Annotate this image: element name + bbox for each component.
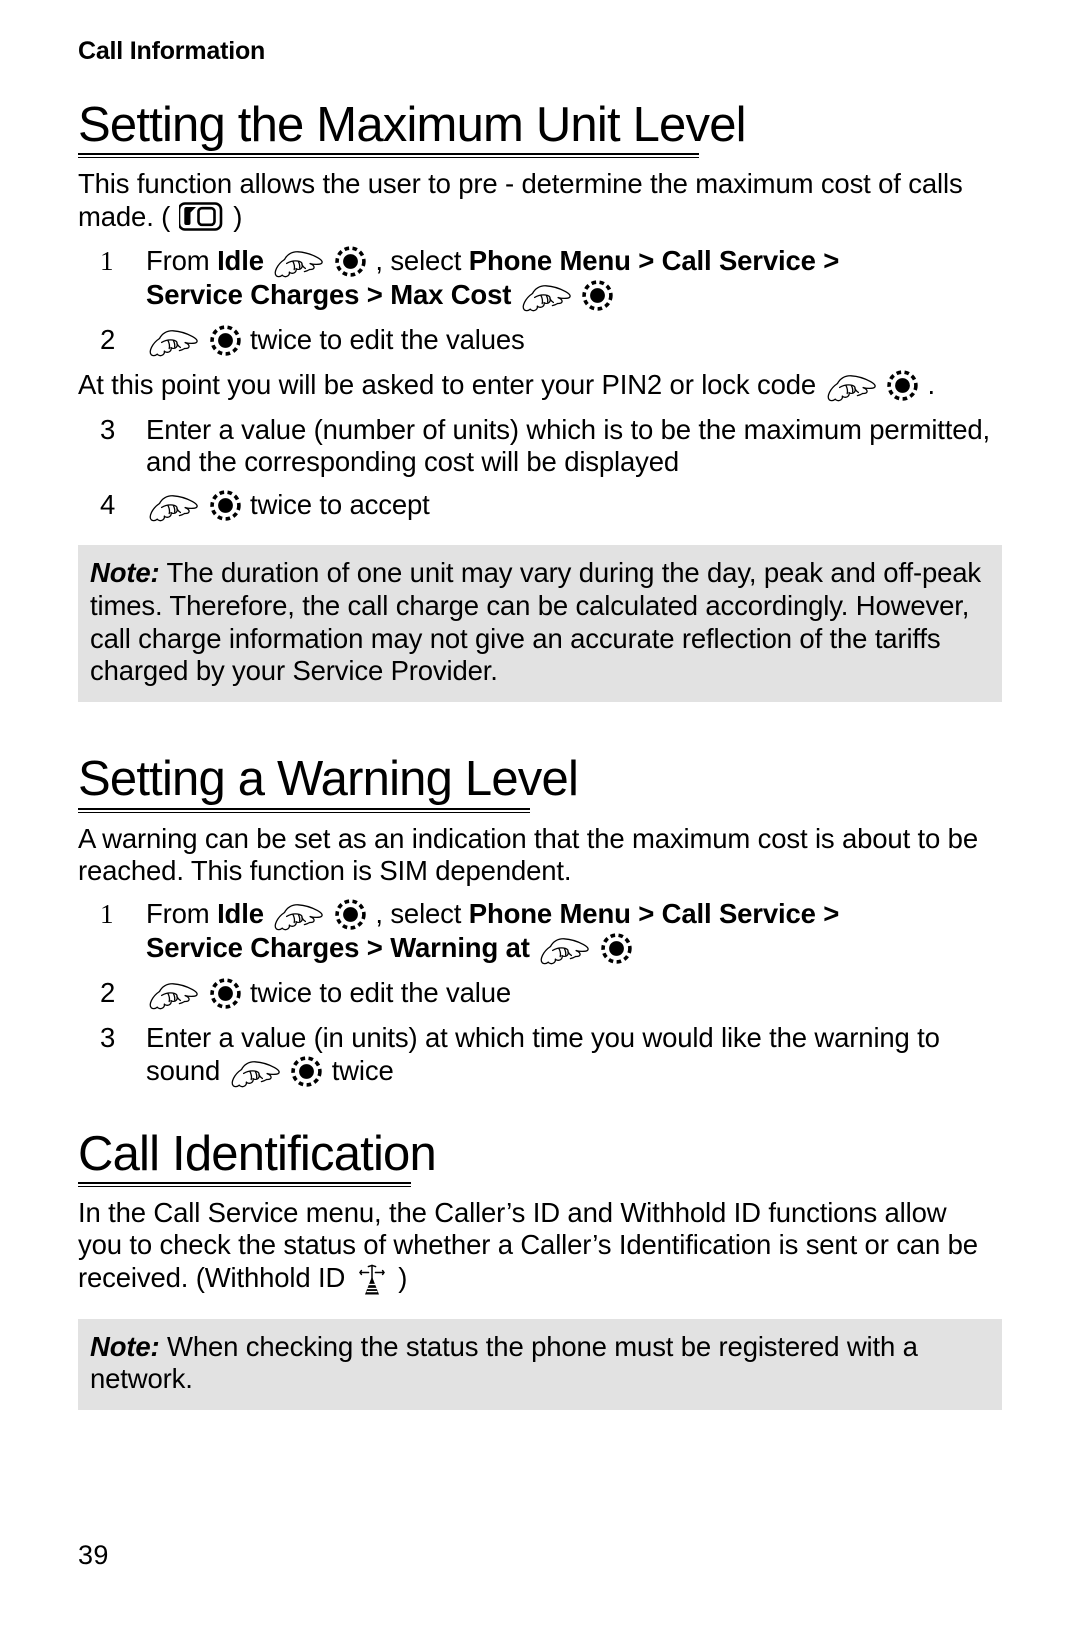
heading-text: Call Identification [78,1126,437,1181]
step-bold-phone-menu: Phone Menu [468,898,631,930]
select-key-icon [886,369,919,402]
heading-text: Setting a Warning Level [78,752,579,807]
document-page: Call Information Setting the Maximum Uni… [0,0,1080,1632]
step-label: twice to edit the value [250,977,512,1009]
step-bold-idle: Idle [217,898,264,930]
select-key-icon [209,489,242,522]
step-number: 3 [100,1022,116,1054]
intro-line-2: you to check the status of whether a Cal… [78,1229,978,1261]
step-item: 1 From Idle , select Phone Menu > Call S… [78,898,1002,966]
select-key-icon [334,245,367,278]
pointing-hand-icon [825,373,877,403]
step-line-2-suffix: twice [331,1054,394,1086]
step-prefix: From [146,244,218,276]
step-text: twice to edit the value [146,977,1002,1011]
step-bold-idle: Idle [217,244,264,276]
step-text: From Idle , select Phone Menu > Call Ser [146,245,1002,313]
heading-rule [78,1181,411,1187]
step-sep-2: > [815,898,840,930]
step-number: 4 [100,489,116,521]
step-text: twice to accept [146,489,1002,523]
intro-line-3-prefix: received. (Withhold ID [78,1261,346,1293]
step-bold-call-service: Call Service [661,898,816,930]
pin-interstitial-paragraph: At this point you will be asked to enter… [78,369,1002,403]
step-label: twice to edit the values [250,323,525,355]
step-item: 3 Enter a value (number of units) which … [78,414,1002,479]
step-line-1: Enter a value (in units) at which time y… [146,1022,940,1054]
intro-paragraph-call-identification: In the Call Service menu, the Caller’s I… [78,1197,1002,1297]
step-mid: , select [375,898,469,930]
step-item: 1 From Idle , select Phone Menu > Call S… [78,245,1002,313]
intro-text-tail: ) [233,201,243,233]
step-number: 2 [100,977,116,1009]
heading-rule [78,807,530,813]
step-sep-3: > [359,278,391,310]
step-number: 1 [100,899,114,930]
note-label: Note: [90,1330,160,1362]
antenna-mast-icon [355,1263,389,1297]
step-text: From Idle , select Phone Menu > Call Ser [146,898,1002,966]
step-prefix: From [146,898,218,930]
step-sep-1: > [630,244,662,276]
step-sep-2: > [815,244,840,276]
pointing-hand-icon [229,1059,281,1089]
note-text: The duration of one unit may vary during… [90,557,981,687]
running-head: Call Information [78,37,266,65]
sim-card-icon [178,200,225,233]
step-item: 3 Enter a value (in units) at which time… [78,1022,1002,1088]
select-key-icon [581,279,614,312]
intro-line-1: In the Call Service menu, the Caller’s I… [78,1196,947,1228]
pointing-hand-icon [272,902,324,932]
step-bold-max-cost: Max Cost [390,278,512,310]
page-number: 39 [78,1540,109,1570]
intro-paragraph-maximum-unit-level: This function allows the user to pre - d… [78,168,1002,234]
step-item: 2 twice to edit the valu [78,324,1002,358]
step-line-2-prefix: sound [146,1054,221,1086]
section-heading-maximum-unit-level: Setting the Maximum Unit Level [78,97,1002,158]
pointing-hand-icon [147,493,199,523]
pointing-hand-icon [147,981,199,1011]
note-box: Note: When checking the status the phone… [78,1318,1002,1411]
note-label: Note: [90,557,160,589]
select-key-icon [290,1055,323,1088]
pin-interstitial-text: At this point you will be asked to enter… [78,368,817,400]
heading-text: Setting the Maximum Unit Level [78,97,747,152]
step-text: twice to edit the values [146,324,1002,358]
section-heading-warning-level: Setting a Warning Level [78,752,1002,813]
step-number: 1 [100,245,114,276]
section-heading-call-identification: Call Identification [78,1126,1002,1187]
select-key-icon [209,324,242,357]
pointing-hand-icon [147,328,199,358]
select-key-icon [334,898,367,931]
step-number: 2 [100,323,116,355]
step-sep-1: > [630,898,662,930]
step-bold-service-charges: Service Charges [146,932,360,964]
intro-paragraph-warning-level: A warning can be set as an indication th… [78,822,978,886]
pointing-hand-icon [272,249,324,279]
note-text: When checking the status the phone must … [90,1330,918,1395]
step-bold-phone-menu: Phone Menu [468,244,631,276]
step-mid: , select [375,244,469,276]
step-label: twice to accept [250,489,430,521]
step-bold-call-service: Call Service [661,244,816,276]
step-item: 4 twice to accept [78,489,1002,523]
pointing-hand-icon [520,283,572,313]
step-number: 3 [100,413,116,445]
step-text: Enter a value (number of units) which is… [146,413,991,477]
step-text: Enter a value (in units) at which time y… [146,1022,1002,1088]
step-sep-3: > [359,932,391,964]
step-bold-service-charges: Service Charges [146,278,360,310]
pointing-hand-icon [538,936,590,966]
step-bold-warning-at: Warning at [390,932,530,964]
page-content: Call Information Setting the Maximum Uni… [78,37,1002,1411]
select-key-icon [209,977,242,1010]
intro-line-3-suffix: ) [398,1261,408,1293]
note-box: Note: The duration of one unit may vary … [78,545,1002,703]
heading-rule [78,152,699,158]
step-item: 2 twice to edit the valu [78,977,1002,1011]
select-key-icon [600,932,633,965]
pin-interstitial-tail: . [927,368,936,400]
